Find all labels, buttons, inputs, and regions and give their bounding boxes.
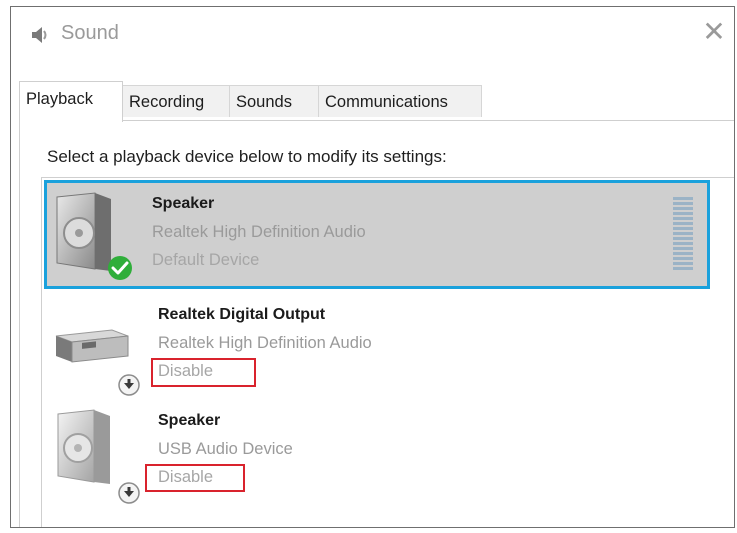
digital-output-icon [55,329,129,363]
instruction-text: Select a playback device below to modify… [47,147,447,166]
window-title: Sound [61,22,119,44]
device-item-speaker-realtek[interactable]: Speaker Realtek High Definition Audio De… [44,180,710,289]
speaker-app-icon [32,27,47,43]
device-name: Speaker [158,412,221,429]
close-button[interactable]: ✕ [700,17,728,47]
tab-recording[interactable]: Recording [122,85,230,117]
speaker-icon [57,409,110,484]
device-name: Realtek Digital Output [158,306,326,323]
device-description: USB Audio Device [158,440,293,458]
device-item-realtek-digital-output[interactable]: Realtek Digital Output Realtek High Defi… [42,292,734,400]
sound-dialog: Sound ✕ Playback Recording Sounds Commun… [10,6,735,528]
tab-communications[interactable]: Communications [318,85,482,117]
down-arrow-badge-icon [118,374,140,396]
status-highlight-box [151,358,256,387]
check-badge-icon [108,256,132,280]
title-bar: Sound ✕ [11,7,734,63]
device-item-speaker-usb[interactable]: Speaker USB Audio Device Disable [42,400,734,508]
device-description: Realtek High Definition Audio [158,334,372,352]
status-highlight-box [145,464,245,492]
device-description: Realtek High Definition Audio [152,223,366,241]
device-name: Speaker [152,195,215,212]
volume-level-meter [673,197,693,270]
tab-sounds[interactable]: Sounds [229,85,319,117]
down-arrow-badge-icon [118,482,140,504]
device-status: Default Device [152,251,260,269]
tab-playback[interactable]: Playback [19,81,123,122]
device-list[interactable]: Speaker Realtek High Definition Audio De… [41,177,734,527]
